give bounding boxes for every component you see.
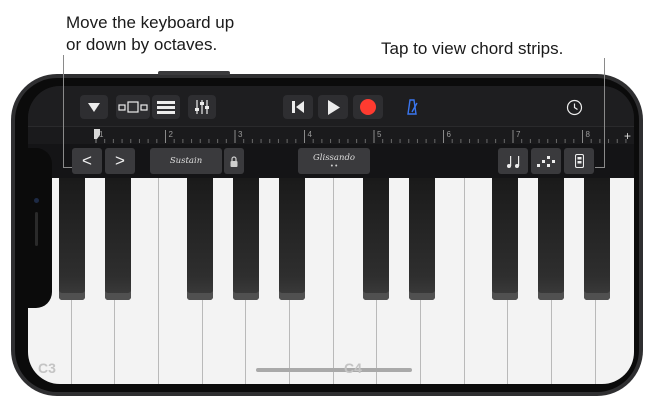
octave-down-button[interactable]: < [72, 148, 102, 174]
black-key[interactable] [409, 178, 435, 300]
octave-callout-line2: or down by octaves. [66, 35, 218, 54]
glissando-button[interactable]: Glissando • • [298, 148, 370, 174]
ruler-bar-number: 2 [169, 130, 174, 139]
settings-button[interactable] [560, 95, 588, 119]
black-key[interactable] [233, 178, 259, 300]
black-key[interactable] [187, 178, 213, 300]
go-to-beginning-button[interactable] [283, 95, 313, 119]
ruler-bar-number: 7 [516, 130, 521, 139]
black-key[interactable] [492, 178, 518, 300]
keyboard-controls: < > Sustain Glissando • • [28, 144, 634, 178]
speaker-grille [35, 212, 38, 246]
sliders-icon [195, 100, 209, 114]
home-indicator[interactable] [256, 368, 412, 372]
black-key[interactable] [279, 178, 305, 300]
record-icon [360, 99, 376, 115]
navigation-menu-button[interactable] [80, 95, 108, 119]
black-key[interactable] [584, 178, 610, 300]
octave-callout-line1: Move the keyboard up [66, 13, 235, 32]
piano-keyboard[interactable]: C3 C4 [28, 178, 634, 384]
black-key[interactable] [538, 178, 564, 300]
sustain-button[interactable]: Sustain [150, 148, 222, 174]
ruler-bar-number: 3 [238, 130, 243, 139]
octave-leader-vertical [63, 55, 64, 168]
chevron-left-icon: < [82, 151, 92, 170]
chord-strips-button[interactable] [564, 148, 594, 174]
c4-key-label: C4 [344, 360, 362, 376]
track-controls-button[interactable] [188, 95, 216, 119]
chord-strips-icon [574, 154, 584, 168]
timeline-ruler[interactable]: 1 2 3 4 5 6 7 8 + [28, 126, 634, 145]
scale-button[interactable] [498, 148, 528, 174]
black-key[interactable] [59, 178, 85, 300]
glissando-page-dots: • • [330, 162, 338, 170]
c3-key-label: C3 [38, 360, 56, 376]
tracks-view-button[interactable] [152, 95, 180, 119]
browser-icon [118, 101, 148, 113]
skip-back-icon [292, 101, 304, 113]
metronome-button[interactable] [398, 95, 426, 119]
triangle-down-icon [88, 102, 100, 112]
add-section-icon[interactable]: + [624, 129, 631, 143]
settings-icon [566, 99, 582, 115]
sustain-lock-button[interactable] [224, 148, 244, 174]
play-button[interactable] [318, 95, 348, 119]
chevron-right-icon: > [115, 151, 125, 170]
control-bar [28, 86, 634, 128]
octave-up-button[interactable]: > [105, 148, 135, 174]
octave-leader-horizontal [63, 167, 72, 168]
arpeggiator-icon [537, 156, 555, 167]
sustain-label: Sustain [169, 156, 203, 166]
front-camera-icon [34, 198, 39, 203]
music-notes-icon [507, 155, 520, 168]
lock-icon [230, 155, 238, 167]
play-icon [328, 99, 340, 115]
ruler-bar-number: 8 [586, 130, 591, 139]
metronome-icon [407, 99, 418, 115]
chord-strips-callout: Tap to view chord strips. [381, 39, 564, 58]
garageband-screen: 1 2 3 4 5 6 7 8 + < > Sustain Glissando • • [28, 86, 634, 384]
ruler-bar-number: 5 [377, 130, 382, 139]
chord-leader-vertical [604, 58, 605, 168]
chord-leader-horizontal [595, 167, 604, 168]
glissando-label: Glissando [312, 152, 356, 163]
camera-notch [28, 148, 52, 308]
ruler-bar-number: 4 [308, 130, 313, 139]
ruler-bar-number: 6 [447, 130, 452, 139]
black-key[interactable] [363, 178, 389, 300]
ruler-ticks: 1 2 3 4 5 6 7 8 + [94, 129, 631, 143]
black-key[interactable] [105, 178, 131, 300]
record-button[interactable] [353, 95, 383, 119]
arpeggiator-button[interactable] [531, 148, 561, 174]
tracks-view-icon [157, 101, 175, 114]
browser-button[interactable] [116, 95, 150, 119]
octave-callout: Move the keyboard up or down by octaves. [66, 12, 234, 56]
top-side-button [158, 71, 230, 75]
